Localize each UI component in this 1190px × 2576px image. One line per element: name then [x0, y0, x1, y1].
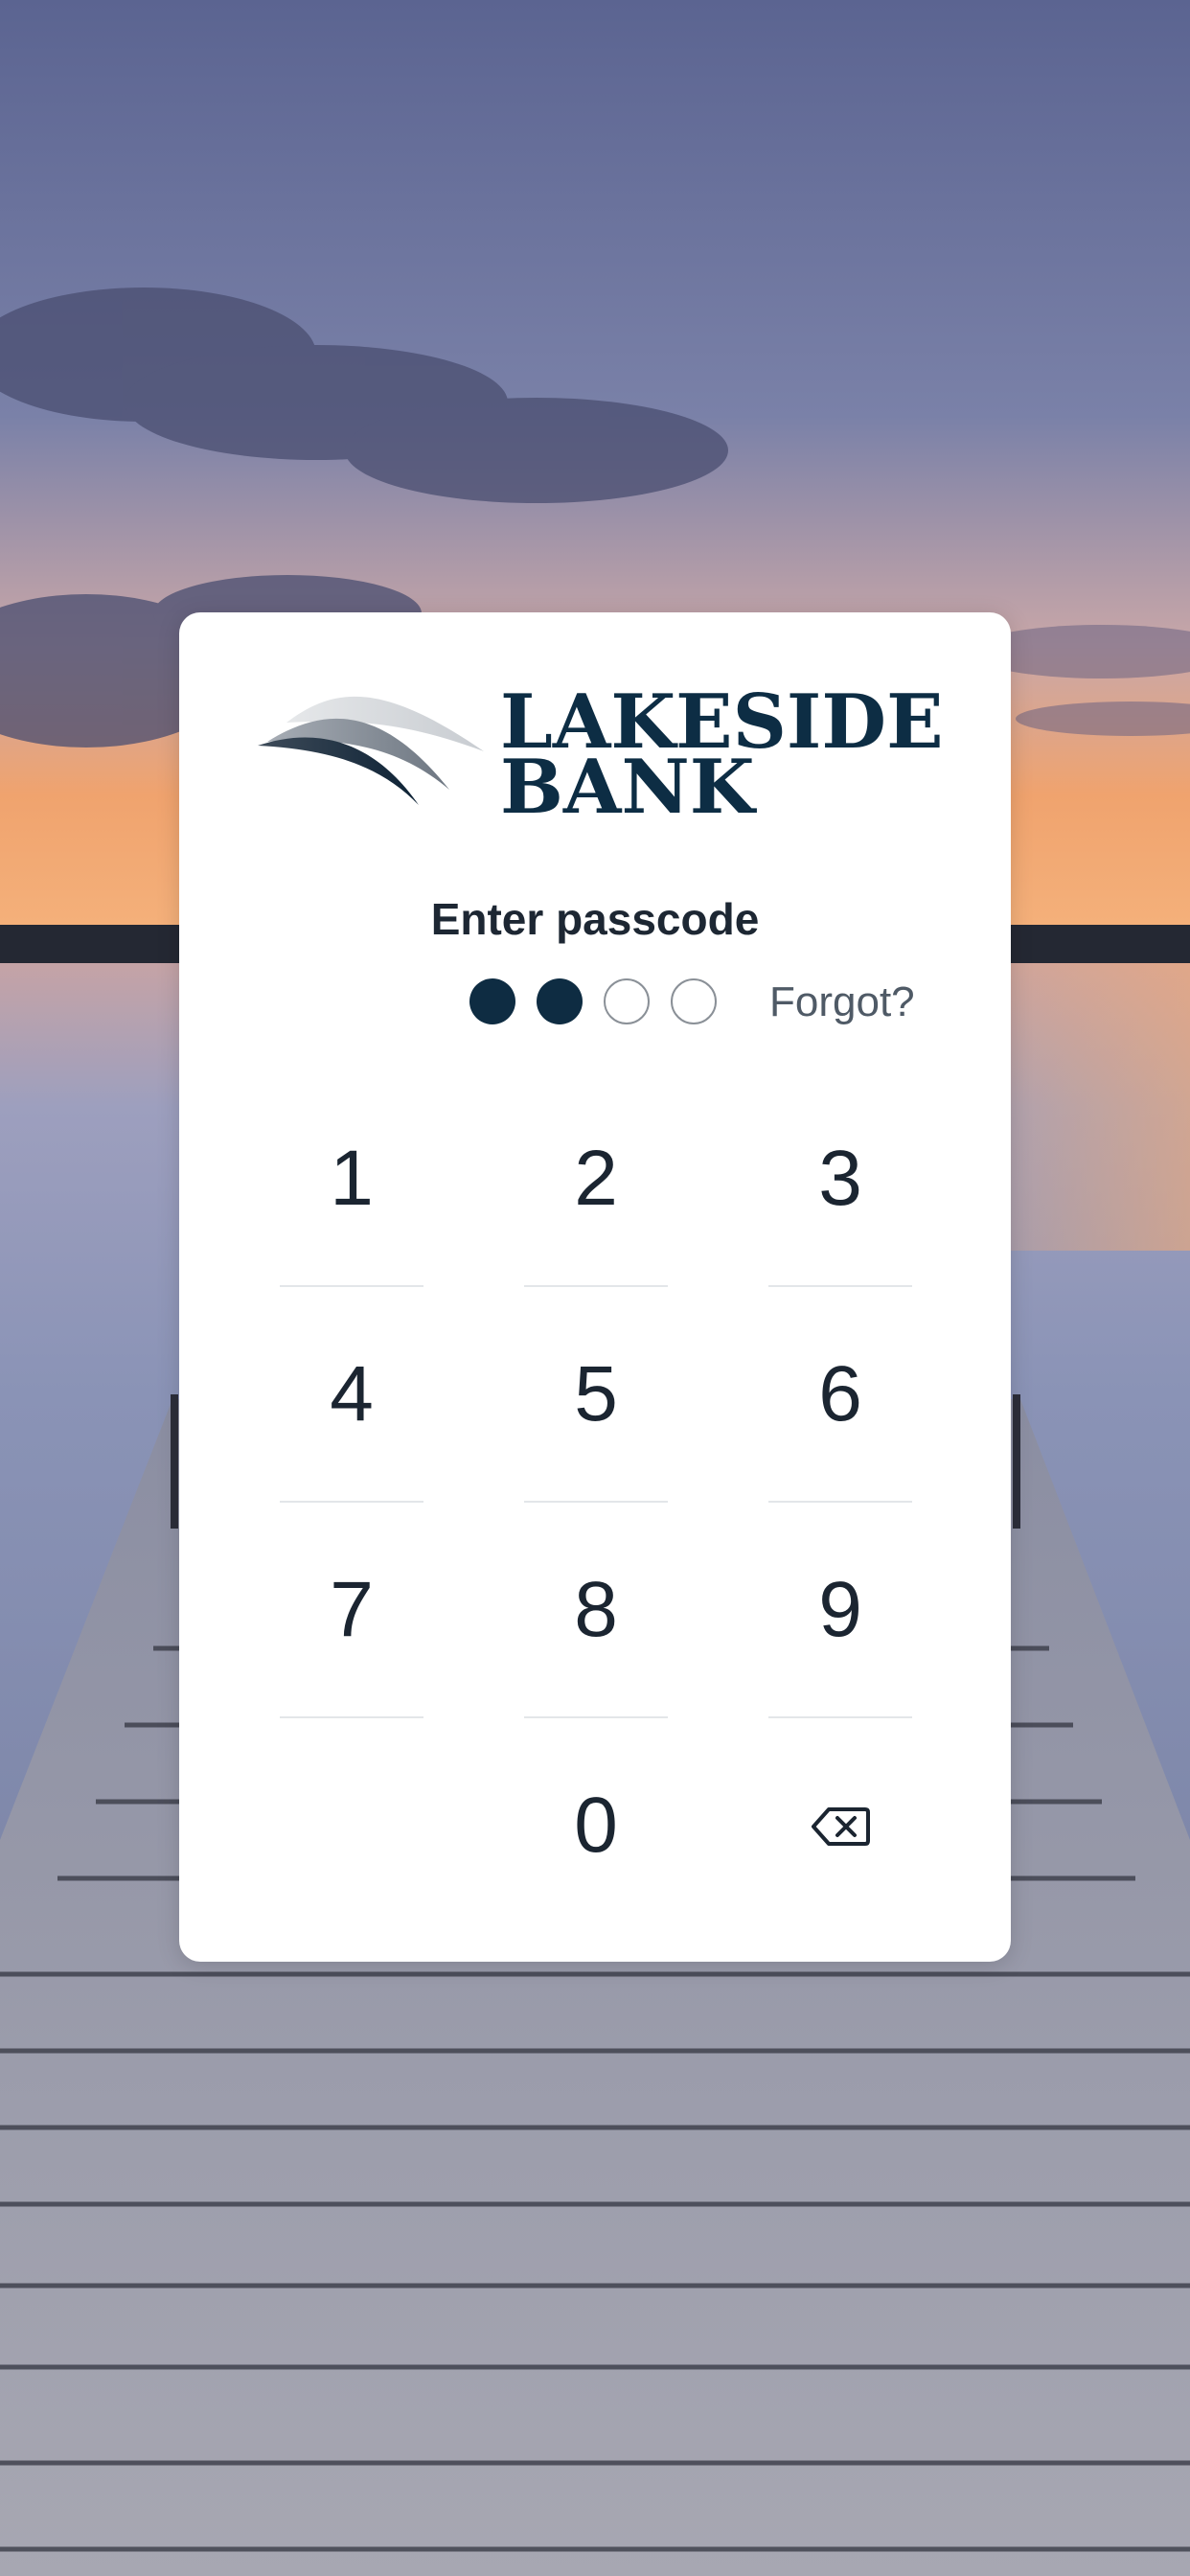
key-divider	[280, 1501, 423, 1503]
keypad-key-8[interactable]: 8	[524, 1504, 668, 1718]
key-digit: 8	[574, 1566, 618, 1653]
passcode-indicator	[469, 978, 717, 1026]
lakeside-bank-logo: LAKESIDE BANK	[258, 685, 944, 825]
backspace-icon	[812, 1807, 870, 1846]
passcode-dot-empty	[604, 978, 650, 1024]
key-divider	[280, 1716, 423, 1718]
wave-logo-icon	[258, 696, 484, 805]
key-digit: 2	[574, 1135, 618, 1222]
key-digit: 1	[330, 1135, 374, 1222]
key-divider	[524, 1285, 668, 1287]
passcode-card: LAKESIDE BANK Enter passcode Forgot? 1 2…	[179, 612, 1011, 1962]
keypad-key-6[interactable]: 6	[768, 1288, 912, 1503]
key-divider	[524, 1501, 668, 1503]
key-digit: 4	[330, 1350, 374, 1438]
key-divider	[768, 1285, 912, 1287]
keypad-key-7[interactable]: 7	[280, 1504, 423, 1718]
keypad-key-9[interactable]: 9	[768, 1504, 912, 1718]
bank-name: LAKESIDE BANK	[500, 685, 944, 825]
forgot-passcode-link[interactable]: Forgot?	[769, 978, 915, 1026]
key-digit: 7	[330, 1566, 374, 1653]
keypad-key-2[interactable]: 2	[524, 1072, 668, 1287]
keypad-key-1[interactable]: 1	[280, 1072, 423, 1287]
key-digit: 6	[818, 1350, 862, 1438]
passcode-title: Enter passcode	[430, 894, 760, 944]
keypad-key-5[interactable]: 5	[524, 1288, 668, 1503]
passcode-dot-filled	[469, 978, 515, 1024]
passcode-dot-filled	[537, 978, 583, 1024]
keypad-key-3[interactable]: 3	[768, 1072, 912, 1287]
backspace-button[interactable]	[768, 1719, 912, 1934]
keypad-key-4[interactable]: 4	[280, 1288, 423, 1503]
key-divider	[524, 1716, 668, 1718]
key-divider	[768, 1501, 912, 1503]
key-digit: 9	[818, 1566, 862, 1653]
key-divider	[768, 1716, 912, 1718]
passcode-dot-empty	[671, 978, 717, 1024]
key-digit: 3	[818, 1135, 862, 1222]
key-divider	[280, 1285, 423, 1287]
keypad-key-0[interactable]: 0	[524, 1719, 668, 1934]
key-digit: 5	[574, 1350, 618, 1438]
key-digit: 0	[574, 1782, 618, 1869]
